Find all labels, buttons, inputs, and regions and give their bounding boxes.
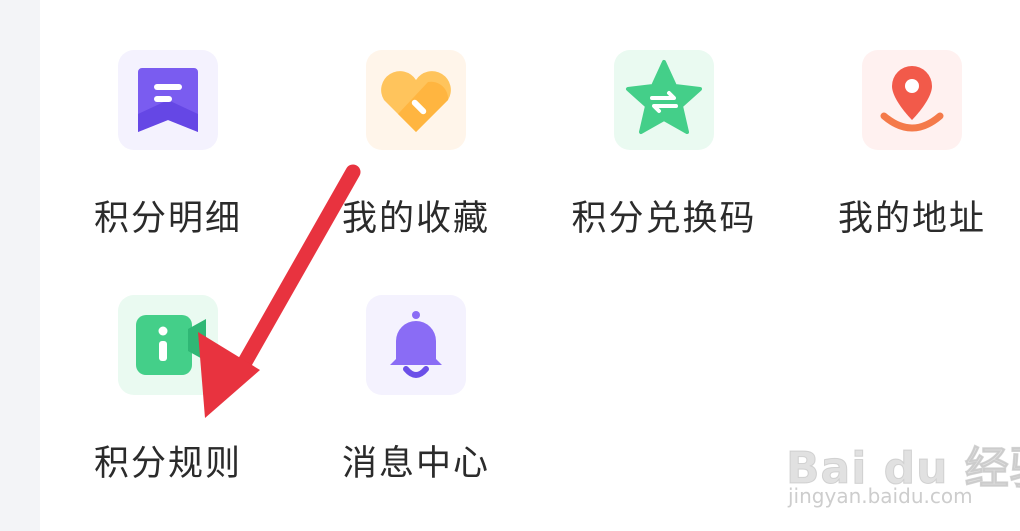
left-edge-strip (0, 0, 40, 531)
grid-item-my-favorites[interactable]: 我的收藏 (316, 50, 516, 250)
grid-item-label: 积分明细 (93, 199, 242, 239)
points-detail-icon (118, 50, 218, 150)
heart-icon (366, 50, 466, 150)
grid-item-label: 积分规则 (93, 444, 242, 484)
grid-item-label: 消息中心 (341, 444, 490, 484)
bell-icon (366, 295, 466, 395)
info-flag-icon (118, 295, 218, 395)
baidu-watermark: Bai du 经验 jingyan.baidu.com (780, 412, 1020, 522)
grid-item-points-redeem-code[interactable]: 积分兑换码 (564, 50, 764, 250)
watermark-url: jingyan.baidu.com (788, 484, 973, 508)
grid-item-label: 积分兑换码 (571, 199, 757, 239)
star-exchange-icon (614, 50, 714, 150)
grid-item-label: 我的收藏 (341, 199, 490, 239)
grid-item-message-center[interactable]: 消息中心 (316, 295, 516, 495)
grid-item-my-address[interactable]: 我的地址 (812, 50, 1012, 250)
grid-item-label: 我的地址 (837, 199, 986, 239)
location-pin-icon (862, 50, 962, 150)
grid-item-points-detail[interactable]: 积分明细 (68, 50, 268, 250)
grid-item-points-rules[interactable]: 积分规则 (68, 295, 268, 495)
